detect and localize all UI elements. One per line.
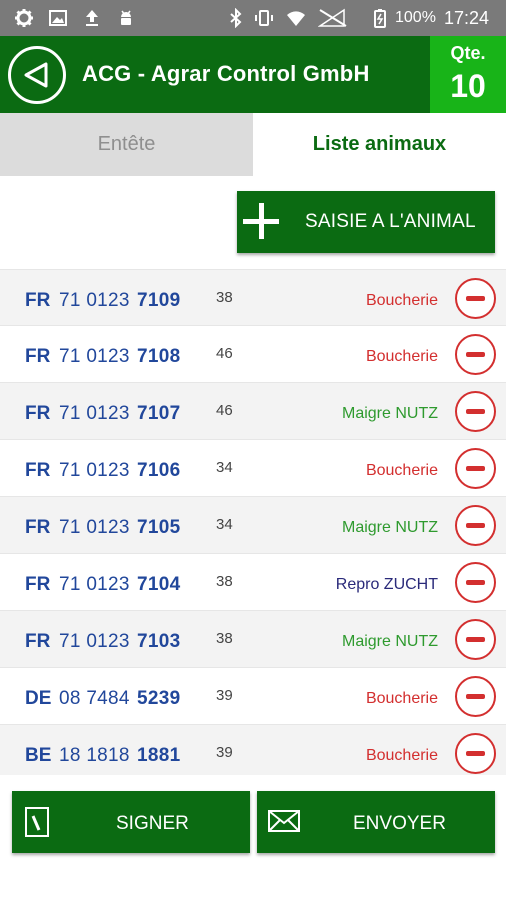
animal-category: Maigre NUTZ [341,519,438,536]
tab-animal-list[interactable]: Liste animaux [253,113,506,176]
animal-age: 46 [216,345,233,362]
animal-country-code: FR [25,290,51,311]
animal-age: 34 [216,459,233,476]
page-title: ACG - Agrar Control GmbH [82,61,370,86]
remove-animal-button[interactable] [455,391,496,432]
animal-id-number: 71 0123 [59,290,130,311]
animal-country-code: FR [25,346,51,367]
animal-id-suffix: 7106 [137,460,181,481]
animal-row[interactable]: FR 71 0123 7104 38 Repro ZUCHT [0,554,506,611]
animal-id-suffix: 5239 [137,688,181,709]
animal-list: FR 71 0123 7109 38 Boucherie FR 71 0123 7108 46 B… [0,269,506,775]
animal-category: Boucherie [365,348,438,365]
animal-id-number: 71 0123 [59,574,130,595]
animal-id-number: 71 0123 [59,517,130,538]
wifi-icon [287,11,305,26]
remove-animal-button[interactable] [455,733,496,774]
status-bar: 100% 17:24 [0,0,506,36]
animal-country-code: BE [25,745,52,766]
animal-row[interactable]: BE 18 1818 1881 39 Boucherie [0,725,506,775]
send-button[interactable]: ENVOYER [257,791,495,853]
animal-id-suffix: 7104 [137,574,181,595]
remove-animal-button[interactable] [455,676,496,717]
animal-id-suffix: 7107 [137,403,181,424]
battery-percent: 100% [395,9,436,26]
back-arrow-icon [24,62,48,88]
animal-row[interactable]: FR 71 0123 7106 34 Boucherie [0,440,506,497]
quantity-label: Qte. [450,43,486,63]
animal-id-suffix: 1881 [137,745,181,766]
animal-category: Boucherie [365,462,438,479]
app-header: ACG - Agrar Control GmbH Qte. 10 [0,36,506,113]
remove-animal-button[interactable] [455,505,496,546]
quantity-value: 10 [450,68,486,104]
animal-id-number: 18 1818 [59,745,130,766]
send-button-label: ENVOYER [353,813,446,834]
image-icon [49,10,67,26]
tab-bar: Entête Liste animaux [0,113,506,176]
animal-category: Maigre NUTZ [341,633,438,650]
animal-id-suffix: 7108 [137,346,181,367]
animal-age: 39 [216,687,233,704]
animal-category: Maigre NUTZ [341,405,438,422]
quantity-badge: Qte. 10 [430,36,506,113]
animal-id-number: 71 0123 [59,403,130,424]
remove-animal-button[interactable] [455,278,496,319]
vibrate-icon [255,10,273,26]
remove-animal-button[interactable] [455,619,496,660]
animal-row[interactable]: FR 71 0123 7103 38 Maigre NUTZ [0,611,506,668]
bluetooth-icon [230,8,242,28]
tab-header[interactable]: Entête [0,113,253,176]
animal-age: 38 [216,289,233,306]
animal-row[interactable]: FR 71 0123 7107 46 Maigre NUTZ [0,383,506,440]
animal-country-code: DE [25,688,52,709]
battery-icon [374,9,386,28]
sign-button[interactable]: SIGNER [12,791,250,853]
animal-country-code: FR [25,403,51,424]
android-icon [121,10,131,25]
animal-category: Repro ZUCHT [335,576,438,593]
back-button[interactable] [8,46,66,104]
animal-age: 38 [216,573,233,590]
upload-icon [86,10,98,26]
animal-id-number: 08 7484 [59,688,130,709]
add-animal-label: SAISIE A L'ANIMAL [305,211,476,232]
animal-age: 34 [216,516,233,533]
settings-icon [15,9,33,27]
envelope-icon [268,810,300,832]
animal-category: Boucherie [365,690,438,707]
animal-row[interactable]: FR 71 0123 7108 46 Boucherie [0,326,506,383]
signal-icon [318,8,347,27]
remove-animal-button[interactable] [455,448,496,489]
animal-category: Boucherie [365,747,438,764]
animal-age: 39 [216,744,233,761]
animal-age: 46 [216,402,233,419]
animal-row[interactable]: DE 08 7484 5239 39 Boucherie [0,668,506,725]
remove-animal-button[interactable] [455,562,496,603]
animal-category: Boucherie [365,292,438,309]
animal-row[interactable]: FR 71 0123 7109 38 Boucherie [0,269,506,326]
animal-id-suffix: 7103 [137,631,181,652]
remove-animal-button[interactable] [455,334,496,375]
animal-id-number: 71 0123 [59,460,130,481]
animal-id-suffix: 7109 [137,290,181,311]
animal-country-code: FR [25,574,51,595]
sign-document-icon [25,807,49,837]
animal-country-code: FR [25,460,51,481]
add-animal-button[interactable]: SAISIE A L'ANIMAL [237,191,495,253]
animal-age: 38 [216,630,233,647]
sign-button-label: SIGNER [116,813,189,834]
clock: 17:24 [444,8,490,28]
animal-id-number: 71 0123 [59,346,130,367]
animal-id-suffix: 7105 [137,517,181,538]
plus-icon [243,203,279,239]
animal-country-code: FR [25,517,51,538]
animal-id-number: 71 0123 [59,631,130,652]
animal-country-code: FR [25,631,51,652]
animal-row[interactable]: FR 71 0123 7105 34 Maigre NUTZ [0,497,506,554]
